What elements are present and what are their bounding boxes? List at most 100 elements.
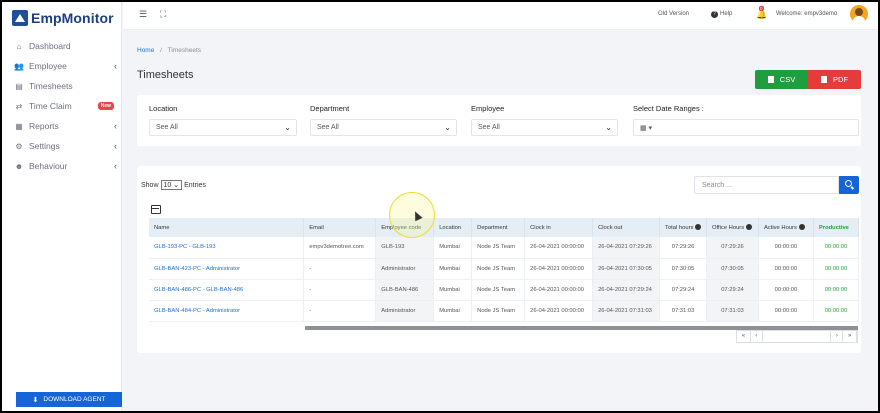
table-cell-active-hours: 00:00:00 (758, 237, 814, 259)
table-cell-clock-in: 26-04-2021 00:00:00 (524, 258, 594, 280)
help-icon: ? (711, 11, 718, 18)
logo-icon (12, 10, 28, 26)
last-page-button[interactable]: » (843, 331, 858, 342)
info-icon[interactable] (798, 224, 805, 230)
table-cell-name[interactable]: GLB-193-PC - GLB-193 (149, 237, 305, 259)
export-csv-button[interactable]: CSV (755, 70, 808, 89)
timesheet-table: Name Email Employee code Location Department… (149, 218, 859, 322)
pdf-label: PDF (833, 75, 848, 84)
chevron-down-icon: ⌄ (605, 123, 612, 132)
logo[interactable]: EmpMonitor (12, 6, 114, 30)
column-header-label: Clock in (530, 224, 551, 231)
column-header-total-hours[interactable]: Total hours (659, 218, 708, 237)
info-icon[interactable] (695, 224, 702, 230)
table-cell-office-hours: 07:30:05 (706, 258, 759, 280)
sidebar-item-label: Dashboard (29, 41, 71, 51)
sidebar-item-time-claim[interactable]: ⇄ Time Claim New (2, 96, 122, 116)
search-button[interactable] (839, 176, 859, 194)
breadcrumb-current: Timesheets (167, 47, 202, 54)
page-length-control: Show 10 ⌄ Entries (141, 180, 206, 190)
sidebar-item-reports[interactable]: ▦ Reports ‹ (2, 116, 122, 136)
column-header-office-hours[interactable]: Office Hours (706, 218, 759, 237)
column-header-email[interactable]: Email (303, 218, 377, 237)
table-cell-name[interactable]: GLB-BAN-486-PC - GLB-BAN-486 (149, 279, 305, 301)
location-select[interactable]: See All ⌄ (149, 119, 297, 136)
brand-name: EmpMonitor (31, 10, 114, 26)
avatar[interactable] (850, 5, 868, 23)
chevron-left-icon: ‹ (114, 161, 117, 171)
sidebar-item-label: Timesheets (29, 81, 73, 91)
export-pdf-button[interactable]: PDF (808, 70, 861, 89)
sidebar-item-dashboard[interactable]: ⌂ Dashboard (2, 36, 122, 56)
page-title: Timesheets (137, 69, 194, 81)
table-cell-department: Node JS Team (471, 279, 526, 301)
download-agent-button[interactable]: ⬇ DOWNLOAD AGENT (16, 392, 122, 407)
page-number-box[interactable] (763, 331, 832, 342)
table-cell-office-hours: 07:29:26 (706, 237, 759, 259)
sidebar-item-employee[interactable]: 👥 Employee ‹ (2, 56, 122, 76)
sidebar-item-timesheets[interactable]: ▤ Timesheets (2, 76, 122, 96)
notification-badge: 0 (759, 6, 764, 11)
sidebar-item-label: Reports (29, 121, 59, 131)
csv-file-icon (767, 76, 774, 83)
new-badge: New (97, 102, 114, 110)
breadcrumb-home-link[interactable]: Home (137, 47, 154, 54)
table-cell-location: Mumbai (433, 237, 473, 259)
table-row[interactable]: GLB-193-PC - GLB-193 empv3demotree.com GLB… (149, 237, 859, 259)
column-header-label: Active Hours (763, 225, 797, 231)
prev-page-button[interactable]: ‹ (751, 331, 763, 342)
search-input[interactable]: Search ... (694, 176, 839, 194)
column-visibility-icon[interactable] (151, 205, 161, 214)
column-header-active-hours[interactable]: Active Hours (758, 218, 814, 237)
column-header-department[interactable]: Department (471, 218, 526, 237)
location-value: See All (156, 124, 178, 131)
column-header-name[interactable]: Name (149, 218, 305, 237)
next-page-button[interactable]: › (831, 331, 844, 342)
breadcrumb-separator: / (160, 47, 162, 54)
table-cell-clock-out: 26-04-2021 07:31:03 (592, 300, 661, 322)
breadcrumb: Home / Timesheets (137, 47, 201, 54)
fullscreen-icon[interactable]: ⛶ (160, 9, 166, 20)
pdf-file-icon (821, 76, 827, 83)
table-cell-office-hours: 07:31:03 (706, 300, 759, 322)
first-page-button[interactable]: « (737, 331, 751, 342)
table-cell-clock-in: 26-04-2021 00:00:00 (524, 300, 594, 322)
column-header-location[interactable]: Location (433, 218, 473, 237)
timesheet-table-panel: Show 10 ⌄ Entries Search ... Name Email Em… (137, 166, 861, 353)
sidebar-item-settings[interactable]: ⚙ Settings ‹ (2, 136, 122, 156)
table-row[interactable]: GLB-BAN-484-PC - Administrator - Administr… (149, 300, 859, 322)
table-cell-office-hours: 07:29:24 (706, 279, 759, 301)
date-range-picker[interactable]: ▦ ▾ (633, 119, 859, 136)
sidebar-item-label: Behaviour (29, 161, 68, 171)
column-header-clock-in[interactable]: Clock in (524, 218, 594, 237)
menu-toggle-icon[interactable]: ☰ (139, 9, 147, 20)
table-cell-location: Mumbai (433, 300, 473, 322)
download-icon: ⬇ (32, 396, 39, 404)
home-icon: ⌂ (16, 41, 22, 51)
table-cell-name[interactable]: GLB-BAN-423-PC - Administrator (149, 258, 305, 280)
table-cell-department: Node JS Team (471, 300, 526, 322)
users-icon: 👥 (14, 61, 24, 71)
table-cell-email: - (303, 258, 377, 280)
table-cell-name[interactable]: GLB-BAN-484-PC - Administrator (149, 300, 305, 322)
help-link[interactable]: ? Help (711, 11, 732, 18)
table-cell-active-hours: 00:00:00 (758, 300, 814, 322)
show-label: Show (141, 181, 159, 189)
entries-select[interactable]: 10 ⌄ (160, 180, 183, 190)
table-row[interactable]: GLB-BAN-486-PC - GLB-BAN-486- GLB-BAN-486… (149, 279, 859, 301)
sidebar-item-behaviour[interactable]: ☻ Behaviour ‹ (2, 156, 122, 176)
notifications-bell-icon[interactable]: 🔔 0 (756, 6, 767, 20)
entries-value: 10 (163, 182, 172, 189)
date-range-label: Select Date Ranges : (633, 104, 704, 113)
table-row[interactable]: GLB-BAN-423-PC - Administrator - Administr… (149, 258, 859, 280)
csv-label: CSV (779, 75, 796, 84)
download-agent-label: DOWNLOAD AGENT (43, 396, 106, 403)
department-select[interactable]: See All ⌄ (310, 119, 457, 136)
table-cell-total-hours: 07:30:05 (659, 258, 708, 280)
info-icon[interactable] (746, 224, 753, 230)
old-version-link[interactable]: Old Version (658, 11, 689, 17)
help-label: Help (720, 11, 733, 17)
column-header-clock-out[interactable]: Clock out (592, 218, 661, 237)
column-header-productive[interactable]: Productive (813, 218, 859, 237)
employee-select[interactable]: See All ⌄ (471, 119, 618, 136)
